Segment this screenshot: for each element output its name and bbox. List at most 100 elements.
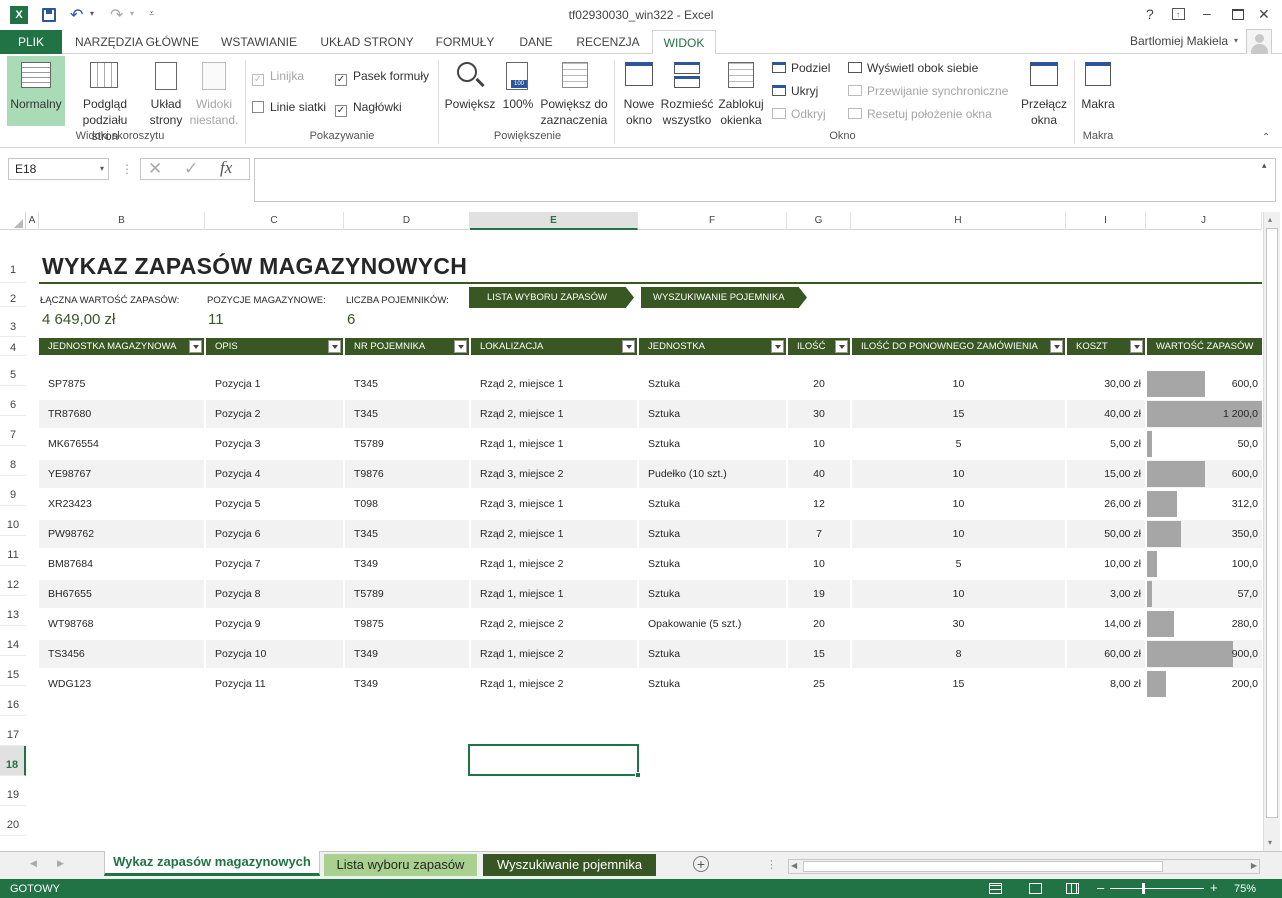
row-header[interactable]: 7 [0,416,26,446]
item-description-cell[interactable]: Pozycja 11 [206,670,343,698]
unit-cell[interactable]: Sztuka [639,580,786,608]
arrange-all-button[interactable]: Rozmieść wszystko [660,56,714,127]
zoom-slider-thumb[interactable] [1142,883,1145,894]
sheet-title[interactable]: WYKAZ ZAPASÓW MAGAZYNOWYCH [42,253,467,280]
fill-handle[interactable] [635,772,641,778]
collapse-ribbon-icon[interactable]: ⌃ [1262,132,1270,143]
quantity-cell[interactable]: 25 [788,670,850,698]
table-header[interactable]: KOSZT [1067,338,1145,355]
formula-input[interactable] [254,158,1276,202]
row-header[interactable]: 4 [0,337,26,356]
column-header[interactable]: E [470,212,638,230]
bin-number-cell[interactable]: T345 [345,370,469,398]
bin-count-value[interactable]: 6 [347,311,355,328]
unit-cell[interactable]: Sztuka [639,550,786,578]
row-header[interactable]: 1 [0,230,26,283]
reorder-quantity-cell[interactable]: 15 [852,670,1065,698]
prev-sheet-icon[interactable]: ◀ [30,858,37,869]
column-header[interactable]: J [1146,212,1262,230]
cost-cell[interactable]: 30,00 zł [1067,370,1145,398]
page-break-status-icon[interactable] [1066,883,1079,894]
restore-button[interactable] [1232,9,1244,20]
quantity-cell[interactable]: 15 [788,640,850,668]
quantity-cell[interactable]: 20 [788,610,850,638]
row-header[interactable]: 13 [0,596,26,626]
scroll-down-icon[interactable]: ▾ [1268,838,1272,847]
unit-cell[interactable]: Sztuka [639,640,786,668]
filter-dropdown-icon[interactable] [454,340,467,353]
filter-dropdown-icon[interactable] [835,340,848,353]
column-header[interactable]: B [39,212,205,230]
bin-number-cell[interactable]: T9876 [345,460,469,488]
bin-number-cell[interactable]: T9875 [345,610,469,638]
zoom-slider[interactable] [1110,883,1204,894]
bin-location-cell[interactable]: Rząd 1, miejsce 1 [471,580,637,608]
cost-cell[interactable]: 5,00 zł [1067,430,1145,458]
row-header[interactable]: 15 [0,656,26,686]
headings-checkbox[interactable]: ✓ Nagłówki [335,97,402,117]
collapse-formula-bar-icon[interactable]: ▴ [1262,160,1267,171]
reorder-quantity-cell[interactable]: 10 [852,490,1065,518]
bin-number-cell[interactable]: T349 [345,670,469,698]
item-description-cell[interactable]: Pozycja 2 [206,400,343,428]
item-sku-cell[interactable]: XR23423 [39,490,204,518]
row-header[interactable]: 8 [0,446,26,476]
formula-bar-checkbox[interactable]: ✓ Pasek formuły [335,66,429,86]
quantity-cell[interactable]: 30 [788,400,850,428]
new-window-button[interactable]: Nowe okno [618,56,660,127]
freeze-panes-button[interactable]: Zablokuj okienka [714,56,768,127]
select-all-button[interactable] [0,212,26,230]
row-header[interactable]: 20 [0,806,26,836]
sheet-tab-inventory[interactable]: Wykaz zapasów magazynowych [104,851,320,876]
gridlines-checkbox[interactable]: Linie siatki [252,97,326,117]
reorder-quantity-cell[interactable]: 10 [852,460,1065,488]
row-header[interactable]: 16 [0,686,26,716]
column-header[interactable]: D [344,212,470,230]
ribbon-display-icon[interactable]: ↑ [1172,8,1185,20]
column-header[interactable]: A [26,212,39,230]
zoom-button[interactable]: Powiększ [444,56,496,126]
row-header[interactable]: 18 [0,746,26,776]
h-scrollbar-thumb[interactable] [803,861,1163,872]
cost-cell[interactable]: 26,00 zł [1067,490,1145,518]
normal-view-status-icon[interactable] [989,883,1002,894]
bin-number-cell[interactable]: T5789 [345,430,469,458]
unit-cell[interactable]: Sztuka [639,670,786,698]
ruler-checkbox[interactable]: ✓ Linijka [252,66,304,86]
tab-formulas[interactable]: FORMUŁY [428,30,502,54]
sync-scroll-button[interactable]: Przewijanie synchroniczne [848,81,1008,101]
bin-location-cell[interactable]: Rząd 2, miejsce 1 [471,370,637,398]
page-layout-status-icon[interactable] [1029,883,1042,894]
reorder-quantity-cell[interactable]: 5 [852,430,1065,458]
column-header[interactable]: C [205,212,344,230]
user-name[interactable]: Bartlomiej Makiela [1130,34,1228,48]
scroll-up-icon[interactable]: ▴ [1268,215,1272,224]
tab-home[interactable]: NARZĘDZIA GŁÓWNE [68,30,206,54]
bin-location-cell[interactable]: Rząd 2, miejsce 1 [471,520,637,548]
item-description-cell[interactable]: Pozycja 9 [206,610,343,638]
item-sku-cell[interactable]: WT98768 [39,610,204,638]
sheet-tab-bin-lookup[interactable]: Wyszukiwanie pojemnika [483,854,656,876]
unit-cell[interactable]: Sztuka [639,430,786,458]
item-description-cell[interactable]: Pozycja 6 [206,520,343,548]
reorder-quantity-cell[interactable]: 10 [852,520,1065,548]
active-cell[interactable] [468,744,641,778]
quantity-cell[interactable]: 20 [788,370,850,398]
sheet-tab-pick-list[interactable]: Lista wyboru zapasów [324,854,477,876]
item-sku-cell[interactable]: TS3456 [39,640,204,668]
bin-location-cell[interactable]: Rząd 2, miejsce 1 [471,400,637,428]
bin-number-cell[interactable]: T5789 [345,580,469,608]
cost-cell[interactable]: 10,00 zł [1067,550,1145,578]
row-header[interactable]: 2 [0,283,26,307]
row-header[interactable]: 9 [0,476,26,506]
tab-insert[interactable]: WSTAWIANIE [212,30,306,54]
item-description-cell[interactable]: Pozycja 10 [206,640,343,668]
add-sheet-icon[interactable]: + [693,856,709,872]
inventory-value-cell[interactable]: 280,0 [1147,610,1262,638]
page-break-preview-button[interactable]: Podgląd podziału stron [66,56,144,143]
filter-dropdown-icon[interactable] [771,340,784,353]
name-box-dropdown-icon[interactable]: ▾ [100,159,104,179]
row-header[interactable]: 14 [0,626,26,656]
tab-page-layout[interactable]: UKŁAD STRONY [312,30,422,54]
item-description-cell[interactable]: Pozycja 3 [206,430,343,458]
